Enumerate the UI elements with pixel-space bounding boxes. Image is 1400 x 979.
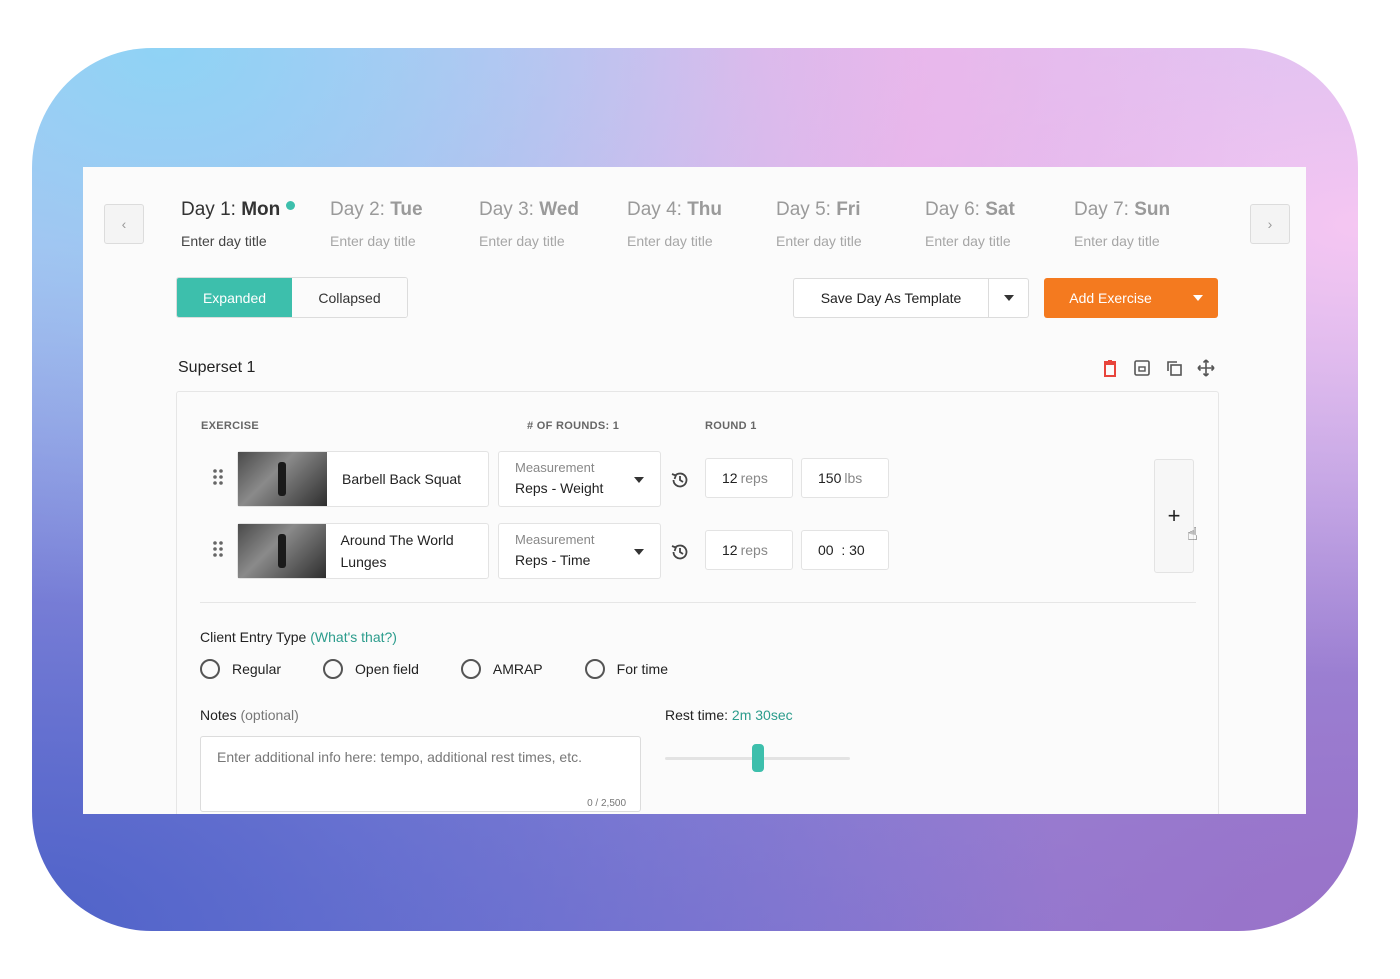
exercise-card[interactable]: Around The World Lunges	[237, 523, 489, 579]
save-template-dropdown-button[interactable]	[989, 279, 1028, 317]
drag-handle-icon[interactable]	[213, 541, 223, 562]
client-entry-type-label: Client Entry Type (What's that?)	[200, 629, 397, 645]
rest-time-value: 2m 30sec	[731, 707, 793, 723]
measurement-label: Measurement	[515, 532, 595, 547]
duplicate-icon[interactable]	[1165, 359, 1183, 377]
plus-icon: +	[1167, 503, 1181, 528]
history-icon[interactable]	[670, 470, 690, 495]
hand-cursor-icon: ☝	[1187, 524, 1198, 544]
radio-circle	[200, 659, 220, 679]
slider-thumb[interactable]	[751, 744, 764, 772]
day-tab-4[interactable]: Day 4: Thu Enter day title	[627, 199, 722, 249]
day-title-input[interactable]: Enter day title	[776, 233, 862, 249]
exercise-name: Barbell Back Squat	[342, 471, 462, 487]
measurement-select[interactable]: Measurement Reps - Time	[498, 523, 661, 579]
radio-open-field[interactable]: Open field	[323, 659, 419, 679]
radio-circle	[460, 659, 481, 679]
day-tab-7[interactable]: Day 7: Sun Enter day title	[1074, 199, 1170, 249]
radio-for-time[interactable]: For time	[584, 659, 668, 679]
caret-down-icon	[1003, 295, 1014, 301]
whats-that-link[interactable]: (What's that?)	[310, 629, 397, 645]
radio-circle	[323, 659, 344, 679]
day-tab-1[interactable]: Day 1: Mon Enter day title	[181, 199, 296, 249]
add-exercise-button[interactable]: Add Exercise	[1044, 278, 1177, 318]
notes-label: Notes (optional)	[200, 707, 299, 723]
save-icon[interactable]	[1133, 359, 1151, 377]
save-day-as-template-button[interactable]: Save Day As Template	[794, 279, 989, 317]
exercise-row: Around The World Lunges Measurement Reps…	[177, 523, 1220, 579]
radio-amrap[interactable]: AMRAP	[460, 659, 543, 679]
day-tab-2[interactable]: Day 2: Tue Enter day title	[330, 199, 423, 249]
superset-title: Superset 1	[178, 359, 256, 376]
day-title-input[interactable]: Enter day title	[925, 233, 1015, 249]
add-round-button[interactable]: +	[1154, 459, 1194, 573]
notes-placeholder: Enter additional info here: tempo, addit…	[217, 749, 582, 765]
round-1-column-header: ROUND 1	[705, 420, 757, 432]
add-exercise-dropdown-button[interactable]	[1177, 278, 1218, 318]
radio-circle	[584, 659, 605, 679]
add-exercise-split-button: Add Exercise	[1044, 278, 1218, 318]
move-icon[interactable]	[1197, 359, 1215, 377]
day-tab-6[interactable]: Day 6: Sat Enter day title	[925, 199, 1015, 249]
reps-field[interactable]: 12 reps	[705, 458, 793, 498]
day-tab-label: Day 5: Fri	[776, 199, 861, 220]
reps-field[interactable]: 12 reps	[705, 530, 793, 570]
superset-actions	[1101, 359, 1215, 377]
trash-icon[interactable]	[1101, 359, 1119, 377]
day-tab-5[interactable]: Day 5: Fri Enter day title	[776, 199, 862, 249]
collapsed-toggle-button[interactable]: Collapsed	[292, 278, 407, 317]
workout-builder-panel: ‹ › Day 1: Mon Enter day title Day 2: Tu…	[83, 167, 1306, 814]
time-field[interactable]: 00 : 30	[801, 530, 889, 570]
day-title-input[interactable]: Enter day title	[181, 233, 295, 249]
caret-down-icon	[1192, 295, 1203, 301]
day-tab-label: Day 1: Mon	[181, 199, 296, 221]
exercise-column-header: EXERCISE	[201, 420, 260, 432]
notes-textarea[interactable]: Enter additional info here: tempo, addit…	[200, 736, 641, 812]
notes-char-counter: 0 / 2,500	[587, 798, 626, 809]
chevron-left-icon: ‹	[121, 216, 127, 232]
exercise-name: Around The World Lunges	[340, 532, 454, 570]
active-day-dot	[286, 201, 296, 210]
superset-card: EXERCISE # OF ROUNDS: 1 ROUND 1 Barbell …	[176, 391, 1219, 814]
exercise-thumbnail	[238, 452, 327, 506]
view-toggle: Expanded Collapsed	[176, 277, 408, 318]
day-tab-label: Day 4: Thu	[627, 199, 723, 220]
day-title-input[interactable]: Enter day title	[627, 233, 722, 249]
prev-days-button[interactable]: ‹	[104, 204, 144, 244]
measurement-label: Measurement	[515, 460, 595, 475]
exercise-thumbnail	[238, 524, 326, 578]
day-title-input[interactable]: Enter day title	[1074, 233, 1170, 249]
rest-time-label: Rest time: 2m 30sec	[665, 707, 793, 723]
expanded-toggle-button[interactable]: Expanded	[177, 278, 292, 317]
day-tab-3[interactable]: Day 3: Wed Enter day title	[479, 199, 579, 249]
day-title-input[interactable]: Enter day title	[479, 233, 579, 249]
client-entry-type-options: Regular Open field AMRAP For time	[200, 659, 668, 679]
weight-field[interactable]: 150 lbs	[801, 458, 889, 498]
exercise-row: Barbell Back Squat Measurement Reps - We…	[177, 451, 1220, 507]
day-tab-label: Day 7: Sun	[1074, 199, 1171, 220]
radio-regular[interactable]: Regular	[200, 659, 281, 679]
chevron-right-icon: ›	[1267, 216, 1273, 232]
history-icon[interactable]	[670, 542, 690, 567]
save-template-split-button: Save Day As Template	[793, 278, 1029, 318]
day-tab-label: Day 6: Sat	[925, 199, 1015, 220]
day-title-input[interactable]: Enter day title	[330, 233, 423, 249]
rounds-column-header: # OF ROUNDS: 1	[527, 420, 620, 432]
caret-down-icon	[634, 477, 644, 483]
rest-time-slider[interactable]	[665, 744, 850, 772]
measurement-select[interactable]: Measurement Reps - Weight	[498, 451, 661, 507]
next-days-button[interactable]: ›	[1250, 204, 1290, 244]
day-tab-label: Day 3: Wed	[479, 199, 579, 220]
caret-down-icon	[634, 549, 644, 555]
exercise-card[interactable]: Barbell Back Squat	[237, 451, 489, 507]
drag-handle-icon[interactable]	[213, 469, 223, 490]
day-tab-label: Day 2: Tue	[330, 199, 423, 220]
section-divider	[200, 602, 1196, 603]
